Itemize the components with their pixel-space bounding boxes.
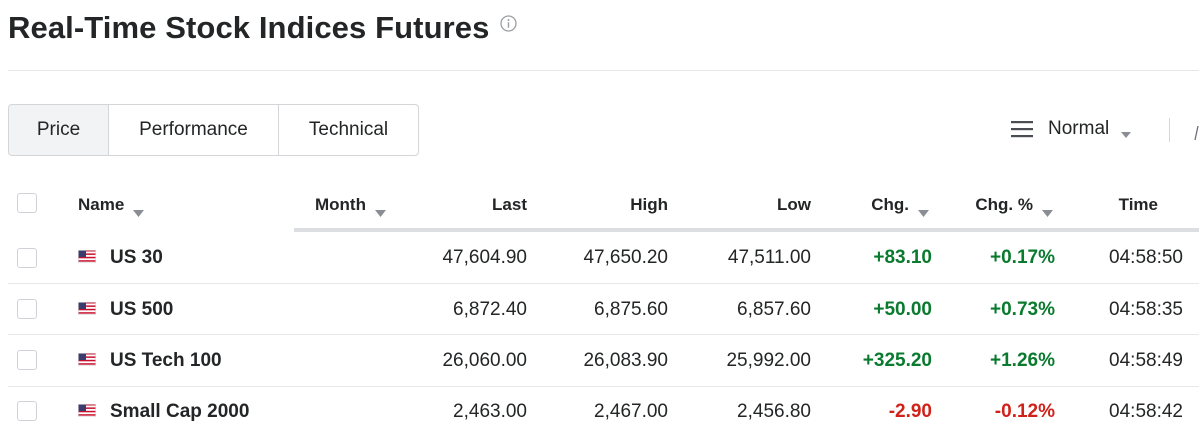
page-header: Real-Time Stock Indices Futures [8,10,518,46]
column-header-high-label: High [630,195,668,214]
column-header-high[interactable]: High [568,195,668,215]
change-value: -2.90 [888,401,932,422]
us-flag-icon [78,302,96,315]
us-flag-icon [78,353,96,366]
change-value: +325.20 [862,350,932,371]
column-header-month[interactable]: Month [315,195,386,217]
high-value: 26,083.90 [583,350,668,371]
instrument-name[interactable]: Small Cap 2000 [110,401,249,423]
row-divider [8,386,1199,387]
page-title: Real-Time Stock Indices Futures [8,10,490,45]
row-checkbox[interactable] [17,248,37,268]
time-value: 04:58:42 [1109,401,1183,422]
column-header-chg-pct-label: Chg. % [975,195,1033,214]
column-header-chg-label: Chg. [871,195,909,214]
view-tabs: Price Performance Technical [8,104,419,156]
row-checkbox[interactable] [17,350,37,370]
instrument-name[interactable]: US Tech 100 [110,350,222,372]
sort-down-icon [918,202,929,217]
us-flag-icon [78,250,96,263]
change-percent-value: -0.12% [994,401,1055,422]
time-value: 04:58:50 [1109,247,1183,268]
column-header-chg[interactable]: Chg. [829,195,929,217]
tab-performance[interactable]: Performance [108,104,279,156]
column-header-last[interactable]: Last [427,195,527,215]
column-header-chg-pct[interactable]: Chg. % [936,195,1053,217]
low-value: 25,992.00 [726,350,811,371]
us-flag-icon [78,404,96,417]
row-divider [8,283,1199,284]
high-value: 2,467.00 [594,401,668,422]
row-checkbox[interactable] [17,299,37,319]
low-value: 6,857.60 [737,299,811,320]
last-value: 6,872.40 [453,299,527,320]
instrument-name[interactable]: US 500 [110,299,173,321]
last-value: 2,463.00 [453,401,527,422]
toolbar-divider [1169,118,1170,142]
instrument-name[interactable]: US 30 [110,247,163,269]
last-value: 47,604.90 [442,247,527,268]
high-value: 47,650.20 [583,247,668,268]
change-value: +50.00 [873,299,932,320]
time-value: 04:58:49 [1109,350,1183,371]
tab-price[interactable]: Price [8,104,109,156]
column-header-time-label: Time [1118,195,1158,214]
tab-technical[interactable]: Technical [278,104,419,156]
row-divider [8,334,1199,335]
overflow-icon[interactable] [1194,125,1199,141]
sort-down-icon [1042,202,1053,217]
last-value: 26,060.00 [442,350,527,371]
low-value: 2,456.80 [737,401,811,422]
view-mode-dropdown[interactable]: Normal [1011,118,1132,140]
select-all-checkbox[interactable] [17,193,37,213]
column-header-low-label: Low [777,195,811,214]
header-underline [294,228,1199,232]
change-percent-value: +0.73% [990,299,1055,320]
column-header-low[interactable]: Low [711,195,811,215]
change-percent-value: +1.26% [990,350,1055,371]
change-value: +83.10 [873,247,932,268]
column-header-name[interactable]: Name [78,195,145,217]
column-header-name-label: Name [78,195,125,214]
column-header-last-label: Last [492,195,527,214]
chevron-down-icon [1121,126,1132,138]
high-value: 6,875.60 [594,299,668,320]
view-mode-label: Normal [1048,118,1110,139]
column-header-time[interactable]: Time [1058,195,1158,215]
row-checkbox[interactable] [17,401,37,421]
column-header-month-label: Month [315,195,366,214]
menu-icon [1011,119,1033,139]
sort-down-icon [133,202,145,217]
header-divider [8,70,1199,71]
low-value: 47,511.00 [727,247,811,268]
info-icon[interactable] [500,14,518,32]
change-percent-value: +0.17% [990,247,1055,268]
time-value: 04:58:35 [1109,299,1183,320]
sort-down-icon [374,202,386,217]
